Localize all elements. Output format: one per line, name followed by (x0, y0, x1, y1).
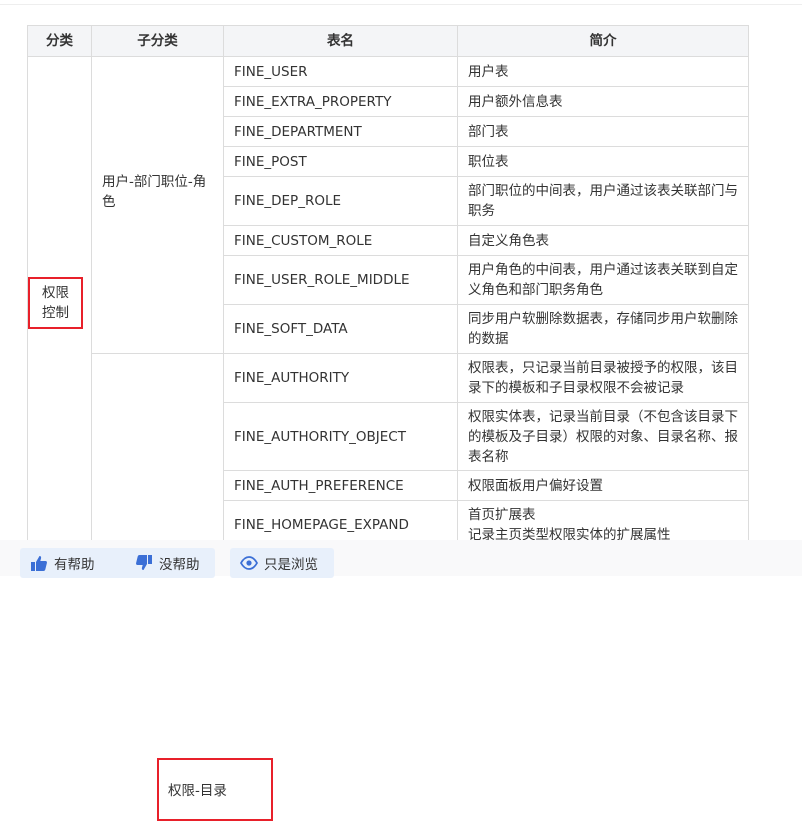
header-subcategory: 子分类 (91, 25, 224, 57)
table-name-cell: FINE_DEP_ROLE (223, 176, 458, 226)
just-browsing-label: 只是浏览 (264, 557, 318, 573)
helpful-label: 有帮助 (54, 557, 95, 573)
category-cell: 权限控制 (27, 56, 92, 550)
database-table-list: 分类 子分类 表名 简介 权限控制 用户-部门职位-角色 FINE_USER 用… (27, 25, 749, 821)
table-desc-cell: 部门表 (457, 116, 749, 147)
top-divider (0, 4, 802, 5)
just-browsing-button[interactable]: 只是浏览 (230, 548, 334, 578)
table-name-cell: FINE_EXTRA_PROPERTY (223, 86, 458, 117)
table-desc-cell: 部门职位的中间表，用户通过该表关联部门与职务 (457, 176, 749, 226)
table-name-cell: FINE_SOFT_DATA (223, 304, 458, 354)
header-description: 简介 (457, 25, 749, 57)
not-helpful-button[interactable]: 没帮助 (125, 548, 215, 578)
table-desc-cell: 权限实体表，记录当前目录（不包含该目录下的模板及子目录）权限的对象、目录名称、报… (457, 402, 749, 471)
highlight-box-category: 权限控制 (28, 277, 83, 329)
table-desc-cell: 自定义角色表 (457, 225, 749, 256)
table-name-cell: FINE_CUSTOM_ROLE (223, 225, 458, 256)
table-name-cell: FINE_AUTH_PREFERENCE (223, 470, 458, 501)
table-desc-cell: 同步用户软删除数据表，存储同步用户软删除的数据 (457, 304, 749, 354)
thumbs-up-icon (31, 556, 47, 571)
table-row: 权限-目录 FINE_AUTHORITY 权限表，只记录当前目录被授予的权限，该… (28, 353, 749, 821)
not-helpful-label: 没帮助 (159, 557, 200, 573)
eye-icon (240, 556, 258, 570)
table-desc-cell: 用户表 (457, 56, 749, 87)
thumbs-down-icon (136, 555, 152, 570)
doc-table-wrap: 分类 子分类 表名 简介 权限控制 用户-部门职位-角色 FINE_USER 用… (27, 25, 749, 821)
table-name-cell: FINE_POST (223, 146, 458, 177)
table-desc-cell: 职位表 (457, 146, 749, 177)
subcategory-label: 用户-部门职位-角色 (102, 174, 207, 210)
table-header-row: 分类 子分类 表名 简介 (27, 25, 749, 57)
table-name-cell: FINE_USER (223, 56, 458, 87)
header-category: 分类 (27, 25, 92, 57)
subcategory-cell-authority: 权限-目录 (91, 353, 273, 821)
header-table-name: 表名 (223, 25, 458, 57)
highlight-box-subcategory: 权限-目录 (157, 758, 273, 821)
table-desc-cell: 用户角色的中间表，用户通过该表关联到自定义角色和部门职务角色 (457, 255, 749, 305)
desc-line: 首页扩展表 (468, 507, 536, 523)
table-name-cell: FINE_USER_ROLE_MIDDLE (223, 255, 458, 305)
table-name-cell: FINE_AUTHORITY (223, 353, 458, 403)
table-row: 权限控制 用户-部门职位-角色 FINE_USER 用户表 (27, 56, 749, 550)
subcategory-cell-user: 用户-部门职位-角色 (91, 56, 224, 354)
table-desc-cell: 用户额外信息表 (457, 86, 749, 117)
subcategory-label: 权限-目录 (168, 783, 227, 799)
helpful-button[interactable]: 有帮助 (20, 548, 138, 578)
table-name-cell: FINE_DEPARTMENT (223, 116, 458, 147)
table-desc-cell: 权限面板用户偏好设置 (457, 470, 749, 501)
category-label: 权限控制 (42, 285, 69, 321)
table-name-cell: FINE_AUTHORITY_OBJECT (223, 402, 458, 471)
table-desc-cell: 权限表，只记录当前目录被授予的权限，该目录下的模板和子目录权限不会被记录 (457, 353, 749, 403)
